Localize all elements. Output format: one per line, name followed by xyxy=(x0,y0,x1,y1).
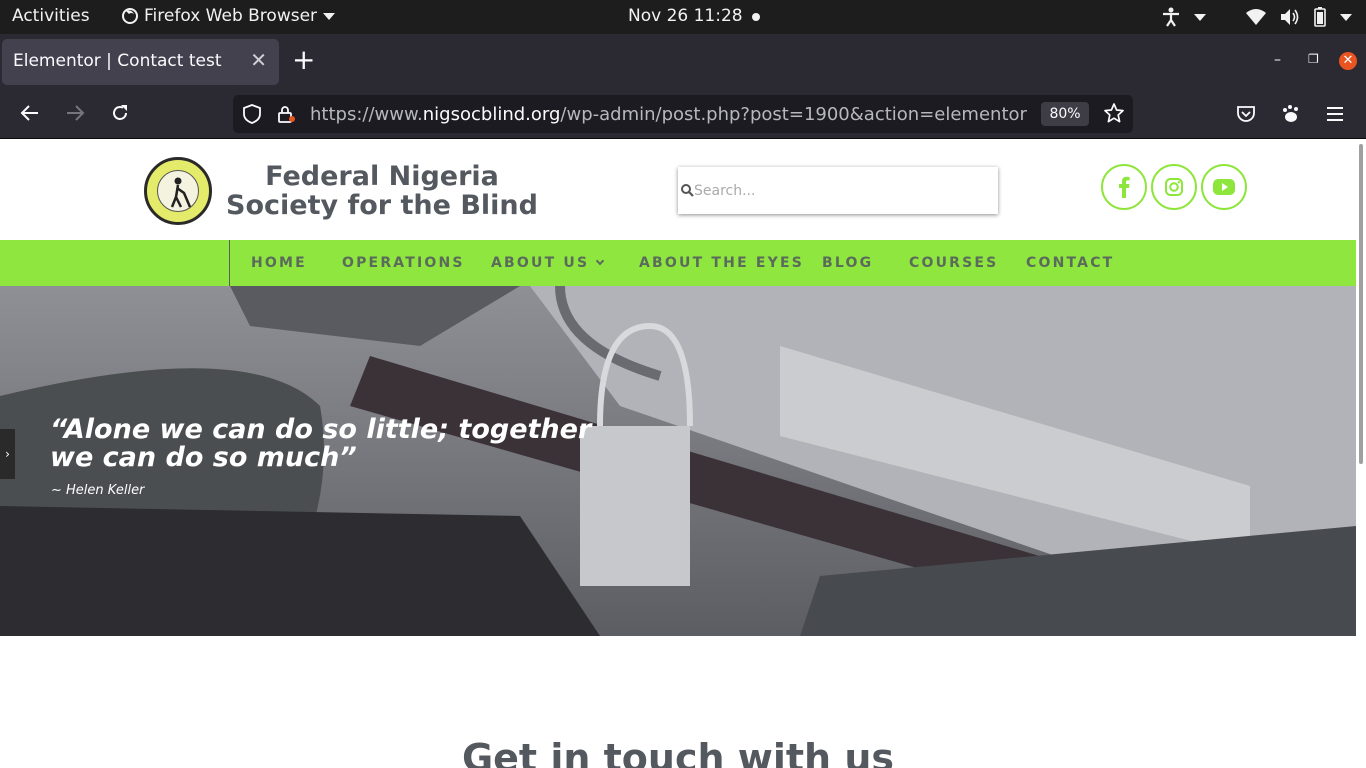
tab-strip: Elementor | Contact test ✕ + – ❐ xyxy=(0,34,1366,90)
hero-banner: “Alone we can do so little; together we … xyxy=(0,286,1356,636)
url-text[interactable]: https://www.nigsocblind.org/wp-admin/pos… xyxy=(310,104,1027,125)
nav-item-about-us[interactable]: ABOUT US xyxy=(491,255,605,271)
main-navigation: HOME OPERATIONS ABOUT US ABOUT THE EYES … xyxy=(0,240,1356,286)
battery-icon xyxy=(1314,7,1326,27)
url-path: /wp-admin/post.php?post=1900&action=elem… xyxy=(560,104,1027,125)
notification-dot xyxy=(752,13,760,21)
firefox-icon xyxy=(122,8,138,24)
chevron-down-icon[interactable] xyxy=(1194,13,1206,21)
chevron-down-icon xyxy=(323,12,336,20)
bookmark-star-icon[interactable] xyxy=(1103,102,1125,124)
app-menu[interactable]: Firefox Web Browser xyxy=(122,6,336,26)
system-top-bar: Activities Firefox Web Browser Nov 26 11… xyxy=(0,0,1366,34)
chevron-down-icon xyxy=(596,256,605,266)
close-icon[interactable]: ✕ xyxy=(250,48,267,72)
search-icon xyxy=(681,184,694,197)
pocket-icon[interactable] xyxy=(1236,105,1256,123)
nav-item-about-the-eyes[interactable]: ABOUT THE EYES xyxy=(639,255,804,271)
shield-icon[interactable] xyxy=(243,104,261,124)
volume-icon xyxy=(1281,9,1299,25)
system-tray[interactable] xyxy=(1162,5,1352,29)
clock[interactable]: Nov 26 11:28 xyxy=(628,6,743,26)
panel-toggle-button[interactable]: › xyxy=(0,429,15,479)
nav-item-blog[interactable]: BLOG xyxy=(822,255,873,271)
nav-item-home[interactable]: HOME xyxy=(251,255,307,271)
url-host: nigsocblind.org xyxy=(422,104,561,125)
nav-item-courses[interactable]: COURSES xyxy=(909,255,998,271)
facebook-icon xyxy=(1119,176,1130,198)
instagram-icon xyxy=(1165,178,1183,196)
minimize-icon[interactable]: – xyxy=(1274,52,1281,68)
wifi-icon xyxy=(1246,9,1266,25)
site-title[interactable]: Federal Nigeria Society for the Blind xyxy=(226,162,538,220)
scrollbar-thumb[interactable] xyxy=(1359,144,1363,464)
nav-divider xyxy=(229,240,230,286)
site-logo[interactable] xyxy=(144,157,212,225)
search-input[interactable] xyxy=(694,179,984,203)
nav-item-contact[interactable]: CONTACT xyxy=(1026,255,1114,271)
web-page: Federal Nigeria Society for the Blind HO… xyxy=(0,140,1356,768)
zoom-reset-button[interactable]: 80% xyxy=(1041,102,1089,126)
instagram-link[interactable] xyxy=(1151,164,1197,210)
search-box[interactable] xyxy=(678,167,998,214)
hamburger-menu-icon[interactable] xyxy=(1326,106,1344,122)
new-tab-button[interactable]: + xyxy=(292,46,315,74)
navigation-toolbar: https://www.nigsocblind.org/wp-admin/pos… xyxy=(0,90,1366,139)
app-menu-label: Firefox Web Browser xyxy=(144,6,318,26)
url-bar[interactable]: https://www.nigsocblind.org/wp-admin/pos… xyxy=(233,95,1133,133)
url-prefix: https://www. xyxy=(310,104,423,125)
nav-item-about-us-label: ABOUT US xyxy=(491,255,590,271)
forward-icon[interactable] xyxy=(65,104,85,122)
lock-icon[interactable] xyxy=(276,104,296,124)
activities-button[interactable]: Activities xyxy=(12,6,90,26)
window-close-button[interactable]: ✕ xyxy=(1339,52,1357,70)
back-icon[interactable] xyxy=(20,104,40,122)
youtube-icon xyxy=(1213,179,1235,195)
hero-quote: “Alone we can do so little; together we … xyxy=(50,414,592,473)
hero-author: ~ Helen Keller xyxy=(51,483,145,498)
browser-tab[interactable]: Elementor | Contact test ✕ xyxy=(2,39,279,85)
tab-title: Elementor | Contact test xyxy=(13,51,222,71)
section-heading: Get in touch with us xyxy=(461,736,895,768)
nav-item-operations[interactable]: OPERATIONS xyxy=(342,255,465,271)
page-scrollbar[interactable] xyxy=(1356,140,1366,768)
logo-emblem xyxy=(157,170,199,212)
blind-person-icon xyxy=(170,177,192,208)
accessibility-icon[interactable] xyxy=(1162,7,1180,27)
youtube-link[interactable] xyxy=(1201,164,1247,210)
chevron-down-icon[interactable] xyxy=(1340,13,1352,21)
reload-icon[interactable] xyxy=(110,103,130,123)
facebook-link[interactable] xyxy=(1101,164,1147,210)
extension-paw-icon[interactable] xyxy=(1281,104,1301,124)
restore-icon[interactable]: ❐ xyxy=(1308,52,1319,66)
